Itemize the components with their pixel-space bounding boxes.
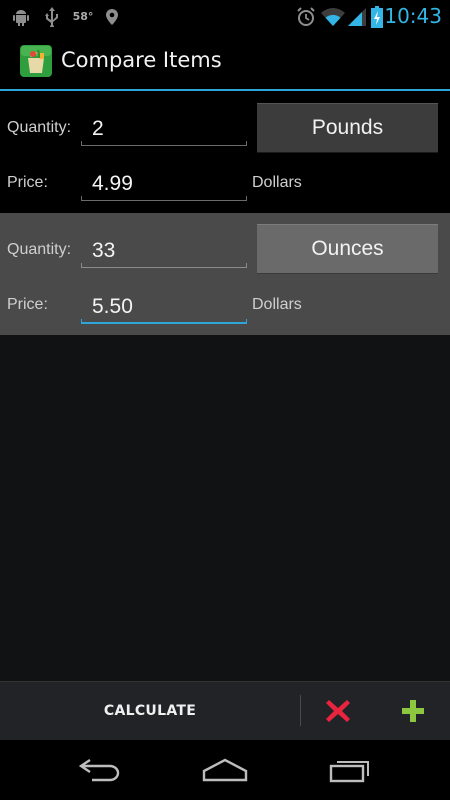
back-button[interactable] <box>50 740 150 800</box>
input-underline-tick <box>81 319 82 324</box>
signal-icon <box>346 0 368 33</box>
input-underline-tick <box>246 263 247 268</box>
input-underline-tick <box>81 196 82 201</box>
android-debug-icon <box>10 0 32 33</box>
price-input[interactable]: 4.99 <box>81 167 247 201</box>
grocery-bag-icon[interactable] <box>19 44 53 78</box>
quantity-input[interactable]: 2 <box>81 112 247 146</box>
battery-charging-icon <box>368 0 386 33</box>
calculate-button[interactable]: CALCULATE <box>0 681 300 740</box>
quantity-label: Quantity: <box>7 241 72 258</box>
delete-button[interactable] <box>302 681 374 740</box>
input-underline-tick <box>81 141 82 146</box>
list-item[interactable]: Quantity: 33 Ounces Price: 5.50 Dollars <box>0 213 450 335</box>
home-button[interactable] <box>175 740 275 800</box>
temperature-text: 58° <box>72 10 94 23</box>
input-underline-tick <box>246 141 247 146</box>
input-underline <box>81 145 247 146</box>
quantity-value: 2 <box>92 117 104 140</box>
currency-label: Dollars <box>252 296 302 313</box>
unit-button[interactable]: Ounces <box>257 224 438 274</box>
input-underline-tick <box>246 196 247 201</box>
input-underline <box>81 322 247 324</box>
price-value: 4.99 <box>92 172 133 195</box>
quantity-label: Quantity: <box>7 119 72 136</box>
input-underline-tick <box>246 319 247 324</box>
price-value: 5.50 <box>92 295 133 318</box>
add-button[interactable] <box>376 681 450 740</box>
divider <box>300 695 301 726</box>
price-input[interactable]: 5.50 <box>81 290 247 324</box>
price-label: Price: <box>7 174 48 191</box>
home-icon <box>202 758 248 782</box>
list-item[interactable]: Quantity: 2 Pounds Price: 4.99 Dollars <box>0 91 450 213</box>
status-bar: 58° 10:43 <box>0 0 450 33</box>
price-label: Price: <box>7 296 48 313</box>
input-underline <box>81 267 247 268</box>
green-plus-icon <box>402 699 424 722</box>
input-underline <box>81 200 247 201</box>
page-title: Compare Items <box>61 48 222 72</box>
currency-label: Dollars <box>252 174 302 191</box>
recent-apps-button[interactable] <box>300 740 400 800</box>
alarm-icon <box>294 0 318 33</box>
wifi-icon <box>320 0 346 33</box>
input-underline-tick <box>81 263 82 268</box>
recent-apps-icon <box>329 761 369 783</box>
clock: 10:43 <box>384 4 442 28</box>
unit-button[interactable]: Pounds <box>257 103 438 153</box>
usb-icon <box>42 0 62 33</box>
back-icon <box>78 759 120 782</box>
red-x-icon <box>326 699 350 722</box>
quantity-value: 33 <box>92 239 116 262</box>
quantity-input[interactable]: 33 <box>81 234 247 268</box>
location-icon <box>103 0 121 33</box>
